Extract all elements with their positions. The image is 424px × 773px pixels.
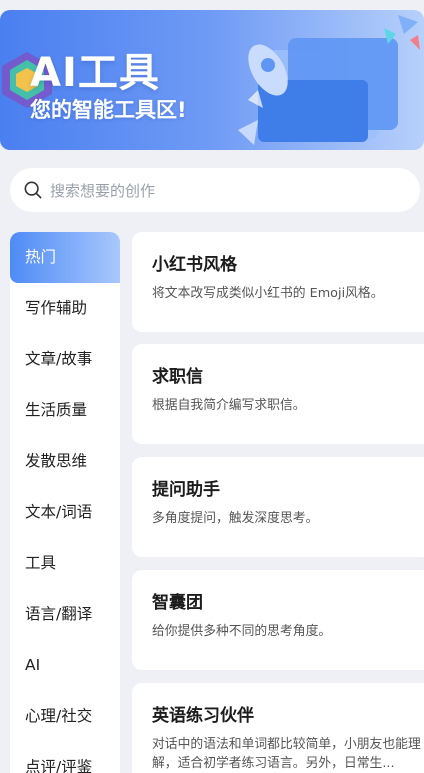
card-title: 小红书风格 xyxy=(152,255,237,275)
sidebar-item-tools[interactable]: 工具 xyxy=(10,538,120,589)
banner-title: AI工具 xyxy=(30,50,160,96)
sidebar-item-hot[interactable]: 热门 xyxy=(10,232,120,283)
sidebar-item-review[interactable]: 点评/评鉴 xyxy=(10,742,120,773)
banner-subtitle: 您的智能工具区! xyxy=(30,98,187,122)
rocket-folder-illustration xyxy=(238,15,420,145)
search-icon xyxy=(24,181,42,199)
sidebar-item-life[interactable]: 生活质量 xyxy=(10,385,120,436)
search-input[interactable]: 搜索想要的创作 xyxy=(10,168,420,212)
card-title: 英语练习伙伴 xyxy=(152,706,254,726)
sidebar-item-language[interactable]: 语言/翻译 xyxy=(10,589,120,640)
sidebar-item-text-words[interactable]: 文本/词语 xyxy=(10,487,120,538)
card-description: 对话中的语法和单词都比较简单，小朋友也能理解，适合初学者练习语言。另外，日常生.… xyxy=(152,737,421,771)
sidebar-item-divergent-thinking[interactable]: 发散思维 xyxy=(10,436,120,487)
card-title: 提问助手 xyxy=(152,480,220,500)
card-description: 给你提供多种不同的思考角度。 xyxy=(152,624,332,639)
sidebar-item-article-story[interactable]: 文章/故事 xyxy=(10,334,120,385)
card-description: 多角度提问，触发深度思考。 xyxy=(152,511,319,526)
card-title: 求职信 xyxy=(152,367,203,387)
tool-card[interactable]: 智囊团 给你提供多种不同的思考角度。 xyxy=(132,570,424,670)
tool-card[interactable]: 提问助手 多角度提问，触发深度思考。 xyxy=(132,457,424,557)
category-sidebar: 热门 写作辅助 文章/故事 生活质量 发散思维 文本/词语 工具 语言/翻译 A… xyxy=(10,232,120,773)
sidebar-item-writing[interactable]: 写作辅助 xyxy=(10,283,120,334)
sidebar-item-ai[interactable]: AI xyxy=(10,640,120,691)
tool-card[interactable]: 小红书风格 将文本改写成类似小红书的 Emoji风格。 xyxy=(132,232,424,332)
search-placeholder: 搜索想要的创作 xyxy=(50,181,156,200)
tool-card[interactable]: 求职信 根据自我简介编写求职信。 xyxy=(132,344,424,444)
card-description: 根据自我简介编写求职信。 xyxy=(152,398,306,413)
sidebar-item-psychology[interactable]: 心理/社交 xyxy=(10,691,120,742)
card-title: 智囊团 xyxy=(152,593,203,613)
tool-card[interactable]: 英语练习伙伴 对话中的语法和单词都比较简单，小朋友也能理解，适合初学者练习语言。… xyxy=(132,683,424,773)
card-description: 将文本改写成类似小红书的 Emoji风格。 xyxy=(152,286,384,301)
hero-banner[interactable]: AI工具 您的智能工具区! xyxy=(0,10,424,150)
